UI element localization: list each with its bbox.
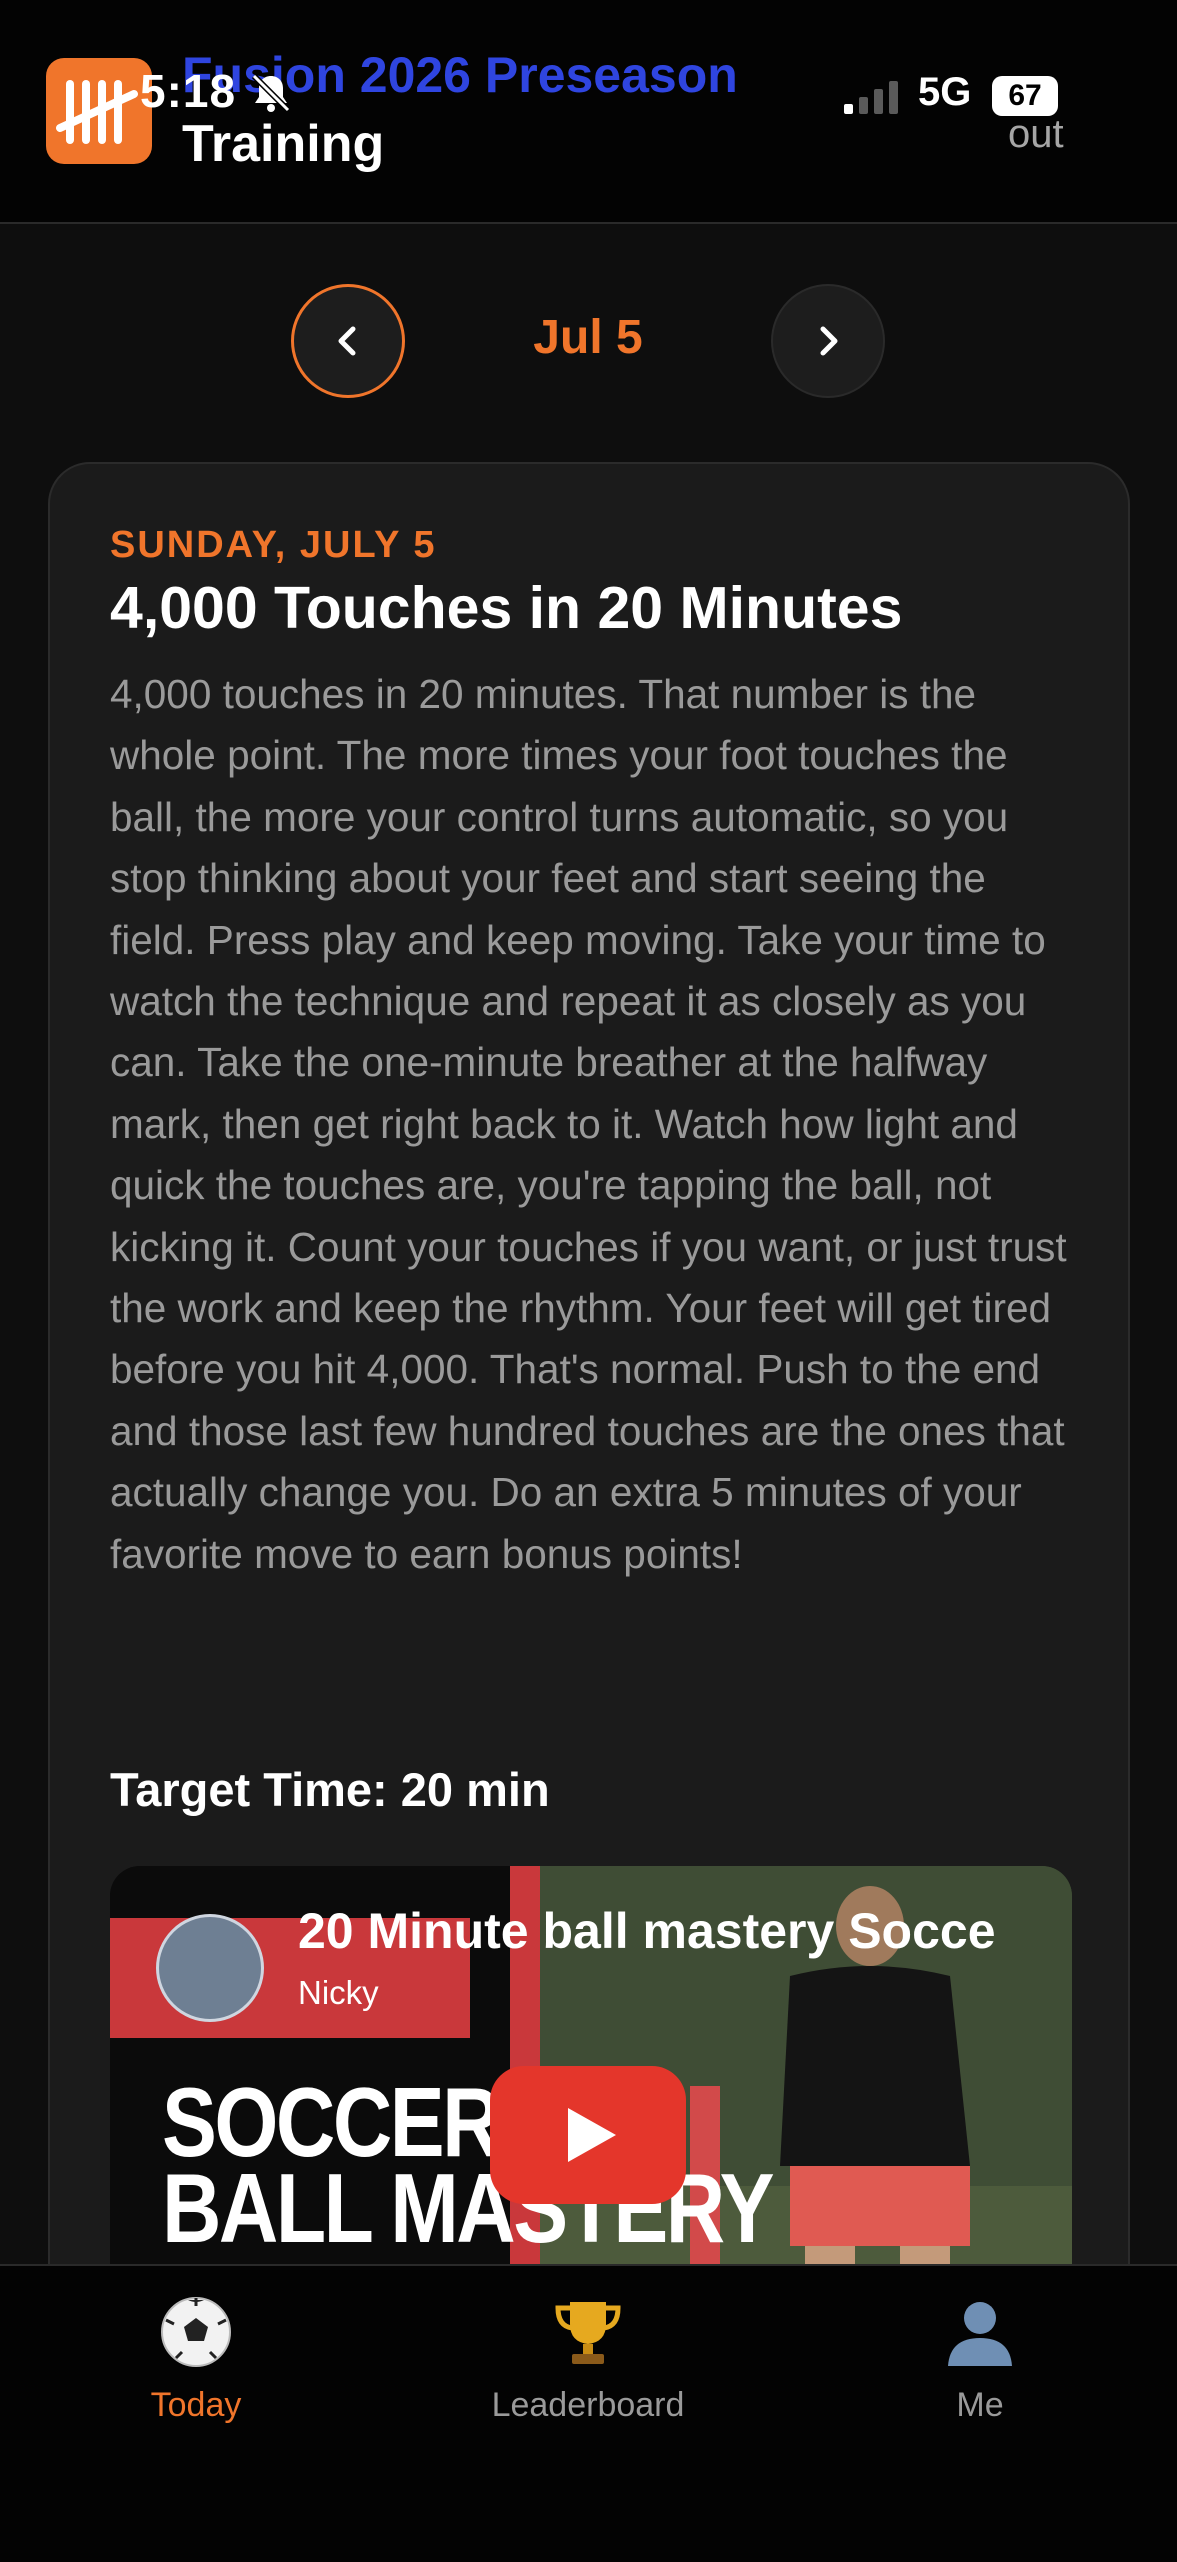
battery-indicator: 67 [992,76,1058,116]
video-channel-name[interactable]: Nicky [298,1974,379,2012]
channel-avatar[interactable] [156,1914,264,2022]
app-title-line-2: Training [182,115,385,173]
chevron-left-icon [338,326,356,356]
target-time: Target Time: 20 min [110,1763,550,1816]
tab-today[interactable]: Today [46,2294,346,2425]
workout-description: 4,000 touches in 20 minutes. That number… [110,671,1067,1577]
current-date: Jul 5 [533,311,643,364]
app-header: Fusion 2026 Preseason 5:18 Training 5G 6… [0,0,1177,224]
play-button[interactable] [490,2066,686,2204]
tab-me[interactable]: Me [830,2294,1130,2425]
logout-button[interactable]: out [1008,112,1064,157]
tab-today-label: Today [150,2386,242,2424]
workout-day: SUNDAY, JULY 5 [110,524,437,566]
tab-leaderboard-label: Leaderboard [491,2386,685,2424]
bottom-tab-bar: Today Leaderboard Me [0,2264,1177,2562]
app-logo-icon [46,58,152,164]
user-silhouette-icon [948,2302,1012,2366]
bell-muted-icon [251,73,291,113]
network-type: 5G [918,70,972,114]
workout-card: SUNDAY, JULY 5 4,000 Touches in 20 Minut… [48,462,1130,2362]
chevron-right-icon [820,326,838,356]
next-day-button[interactable] [771,284,885,398]
tab-me-label: Me [956,2386,1004,2424]
video-title[interactable]: 20 Minute ball mastery Socce [298,1902,1058,1960]
status-time: 5:18 [140,65,237,117]
soccer-ball-icon [161,2297,231,2367]
tab-leaderboard[interactable]: Leaderboard [438,2294,738,2425]
cellular-signal-icon [844,81,898,114]
previous-day-button[interactable] [291,284,405,398]
workout-title: 4,000 Touches in 20 Minutes [110,575,903,641]
play-icon [568,2108,616,2162]
trophy-icon [555,2302,621,2364]
